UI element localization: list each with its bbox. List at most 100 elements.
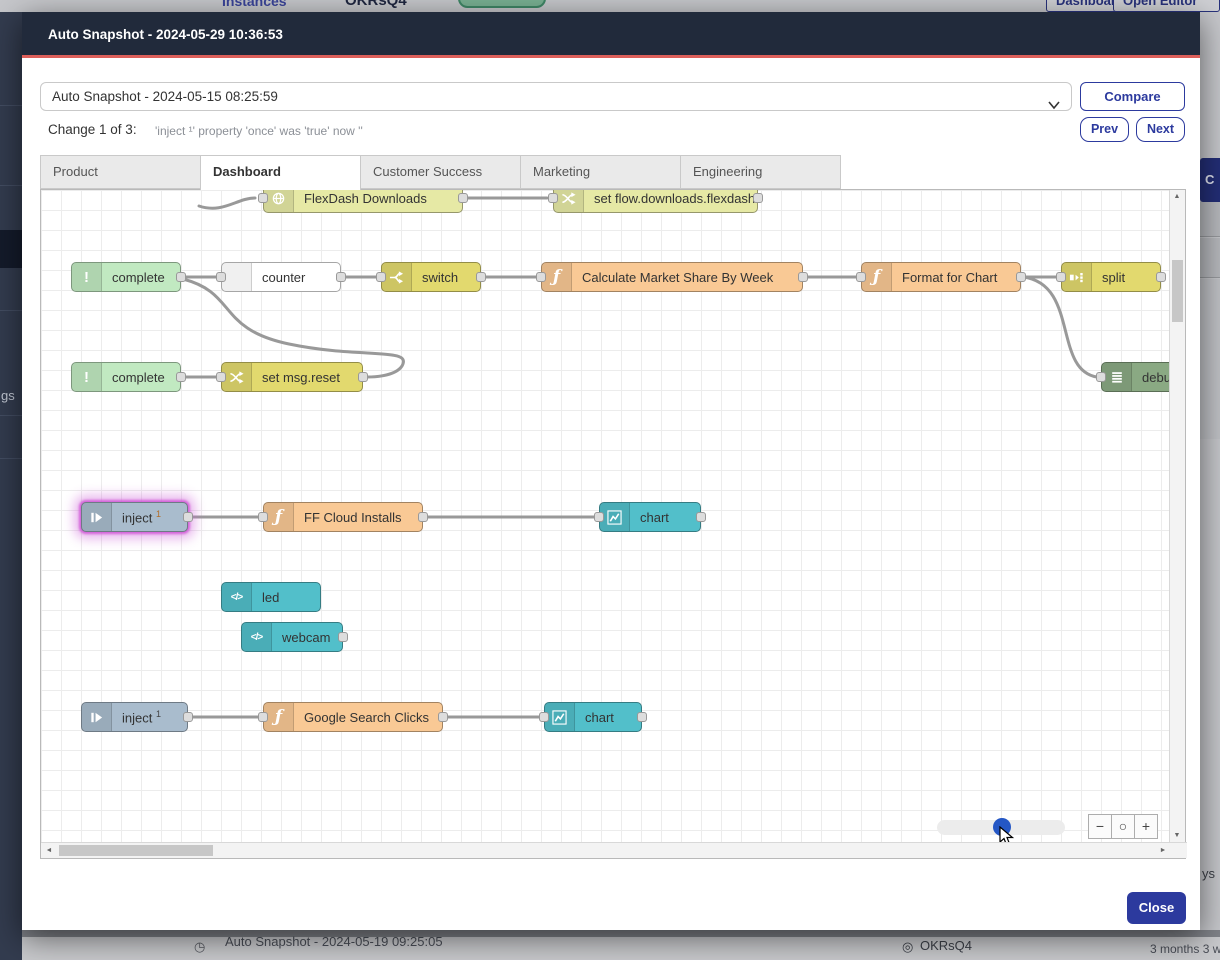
flow-node[interactable]: FlexDash Downloads (263, 190, 463, 213)
node-port[interactable] (438, 712, 448, 722)
background-topbar: Instances OKRsQ4 Dashboard ⧉ Open Editor… (0, 0, 1220, 12)
node-port[interactable] (1016, 272, 1026, 282)
node-port[interactable] (696, 512, 706, 522)
node-port[interactable] (216, 272, 226, 282)
tab-engineering[interactable]: Engineering (680, 155, 841, 189)
sidebar-active-item[interactable] (0, 230, 22, 268)
flow-node[interactable]: ƒ Format for Chart (861, 262, 1021, 292)
background-text-fragment: ys (1202, 866, 1215, 881)
mouse-cursor (999, 826, 1015, 842)
split-icon (1062, 263, 1092, 291)
node-port[interactable] (798, 272, 808, 282)
flow-node[interactable]: set msg.reset (221, 362, 363, 392)
node-port[interactable] (176, 272, 186, 282)
flow-node[interactable]: </> webcam (241, 622, 343, 652)
change-icon (222, 363, 252, 391)
node-port[interactable] (458, 193, 468, 203)
flow-node[interactable]: switch (381, 262, 481, 292)
sidebar-item-settings-fragment[interactable]: gs (1, 388, 15, 403)
node-port[interactable] (258, 512, 268, 522)
snapshot-compare-dialog: Auto Snapshot - 2024-05-29 10:36:53 Auto… (22, 12, 1200, 930)
next-button[interactable]: Next (1136, 117, 1185, 142)
flow-canvas[interactable]: FlexDash Downloads set flow.downloads.fl… (41, 190, 1169, 842)
node-port[interactable] (1056, 272, 1066, 282)
flow-node[interactable]: ƒ FF Cloud Installs (263, 502, 423, 532)
debug-list-icon (1102, 363, 1132, 391)
change-counter-label: Change 1 of 3: (48, 122, 137, 137)
node-port[interactable] (216, 372, 226, 382)
node-port[interactable] (376, 272, 386, 282)
flow-node[interactable]: </> led (221, 582, 321, 612)
horizontal-scrollbar[interactable]: ◄ ► (41, 842, 1187, 858)
node-port[interactable] (258, 712, 268, 722)
scroll-right-arrow[interactable]: ► (1156, 847, 1170, 854)
flow-node[interactable]: chart (599, 502, 701, 532)
tab-customer-success[interactable]: Customer Success (360, 155, 521, 189)
horizontal-scroll-thumb[interactable] (59, 845, 213, 856)
node-port[interactable] (594, 512, 604, 522)
close-button[interactable]: Close (1127, 892, 1186, 924)
scroll-up-arrow[interactable]: ▲ (1170, 193, 1184, 200)
vertical-scroll-thumb[interactable] (1172, 260, 1183, 322)
vertical-scrollbar[interactable]: ▲ ▼ (1169, 190, 1185, 842)
node-port[interactable] (637, 712, 647, 722)
prev-button[interactable]: Prev (1080, 117, 1129, 142)
exclamation-icon: ! (72, 263, 102, 291)
flow-node[interactable]: inject 1 (81, 702, 188, 732)
zoom-button-group: − ○ + (1089, 814, 1158, 839)
snapshot-age-fragment: 3 months 3 weeks 4 da (1150, 942, 1220, 956)
globe-icon (264, 190, 294, 212)
node-port[interactable] (183, 512, 193, 522)
tab-marketing[interactable]: Marketing (520, 155, 681, 189)
flow-node[interactable]: ƒ Google Search Clicks (263, 702, 443, 732)
tab-product[interactable]: Product (40, 155, 201, 189)
snapshot-select-value: Auto Snapshot - 2024-05-15 08:25:59 (52, 89, 278, 104)
background-statusbar: ◷ Auto Snapshot - 2024-05-19 09:25:05 ◎ … (22, 930, 1220, 960)
statusbar-project-name: OKRsQ4 (920, 938, 972, 953)
snapshot-select[interactable]: Auto Snapshot - 2024-05-15 08:25:59 (40, 82, 1072, 111)
tab-dashboard[interactable]: Dashboard (200, 155, 361, 190)
node-port[interactable] (536, 272, 546, 282)
zoom-out-button[interactable]: − (1088, 814, 1112, 839)
flow-node[interactable]: ! complete (71, 362, 181, 392)
function-icon: ƒ (862, 263, 892, 291)
node-port[interactable] (753, 193, 763, 203)
scroll-down-arrow[interactable]: ▼ (1170, 832, 1184, 839)
breadcrumb-instances[interactable]: Instances (222, 0, 287, 9)
scroll-left-arrow[interactable]: ◄ (42, 847, 56, 854)
node-port[interactable] (258, 193, 268, 203)
project-title: OKRsQ4 (345, 0, 407, 9)
code-icon: </> (222, 583, 252, 611)
zoom-in-button[interactable]: + (1134, 814, 1158, 839)
node-port[interactable] (1156, 272, 1166, 282)
zoom-reset-button[interactable]: ○ (1111, 814, 1135, 839)
node-port[interactable] (183, 712, 193, 722)
flow-tabs: Product Dashboard Customer Success Marke… (40, 155, 840, 190)
flow-canvas-container: FlexDash Downloads set flow.downloads.fl… (40, 189, 1186, 859)
change-icon (554, 190, 584, 212)
flow-node[interactable]: counter (221, 262, 341, 292)
node-port[interactable] (539, 712, 549, 722)
inject-arrow-icon (82, 503, 112, 531)
node-port[interactable] (856, 272, 866, 282)
snapshot-row-label: Auto Snapshot - 2024-05-19 09:25:05 (225, 934, 443, 949)
flow-node[interactable]: set flow.downloads.flexdash (553, 190, 758, 213)
flow-node[interactable]: ! complete (71, 262, 181, 292)
background-primary-button-fragment[interactable]: C (1200, 158, 1220, 202)
open-editor-button[interactable]: Open Editor ⧉ (1113, 0, 1220, 12)
node-port[interactable] (1096, 372, 1106, 382)
flow-node-highlighted[interactable]: inject 1 (81, 502, 188, 532)
node-port[interactable] (548, 193, 558, 203)
dialog-header: Auto Snapshot - 2024-05-29 10:36:53 (22, 12, 1200, 58)
node-port[interactable] (336, 272, 346, 282)
flow-node[interactable]: ƒ Calculate Market Share By Week (541, 262, 803, 292)
node-port[interactable] (358, 372, 368, 382)
compare-button[interactable]: Compare (1080, 82, 1185, 111)
node-port[interactable] (176, 372, 186, 382)
node-port[interactable] (418, 512, 428, 522)
node-port[interactable] (338, 632, 348, 642)
flow-node[interactable]: split (1061, 262, 1161, 292)
node-port[interactable] (476, 272, 486, 282)
flow-node[interactable]: debug (1101, 362, 1169, 392)
flow-node[interactable]: chart (544, 702, 642, 732)
